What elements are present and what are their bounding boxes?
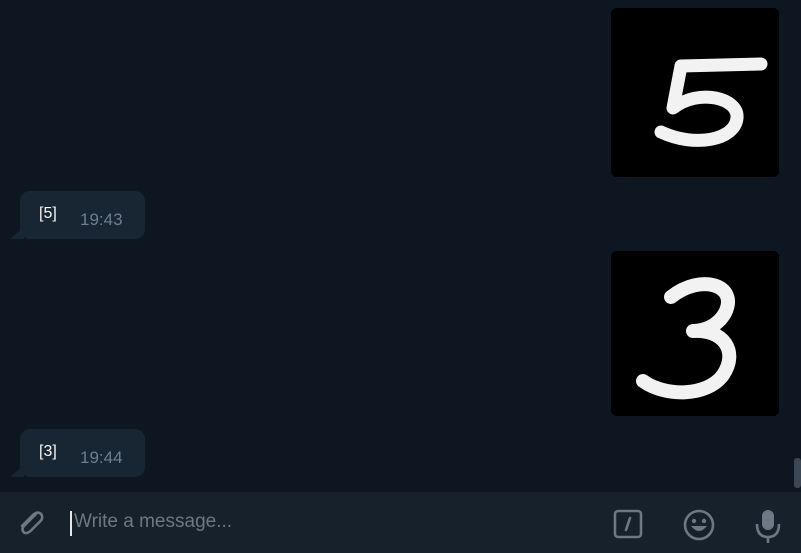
bot-command-icon[interactable]: [613, 509, 643, 539]
text-cursor: [70, 511, 72, 536]
incoming-message[interactable]: [3] 19:44: [20, 429, 145, 477]
microphone-icon[interactable]: [754, 507, 782, 545]
message-time: 19:44: [80, 448, 123, 467]
incoming-message[interactable]: [5] 19:43: [20, 191, 145, 239]
message-text: [5]: [39, 205, 57, 222]
scrollbar-thumb[interactable]: [794, 458, 801, 488]
message-list[interactable]: [5] 19:43 [3] 19:44: [0, 0, 801, 492]
message-input[interactable]: [74, 506, 574, 538]
image-message-digit-5[interactable]: [611, 8, 779, 177]
telegram-chat-window: [5] 19:43 [3] 19:44: [0, 0, 801, 553]
message-text: [3]: [39, 443, 57, 460]
handwritten-digit-5-image: [611, 8, 779, 177]
emoji-icon[interactable]: [682, 509, 716, 543]
message-composer: [0, 492, 801, 553]
handwritten-digit-3-image: [611, 251, 779, 416]
message-time: 19:43: [80, 210, 123, 229]
image-message-digit-3[interactable]: [611, 251, 779, 416]
paperclip-icon[interactable]: [14, 505, 48, 539]
